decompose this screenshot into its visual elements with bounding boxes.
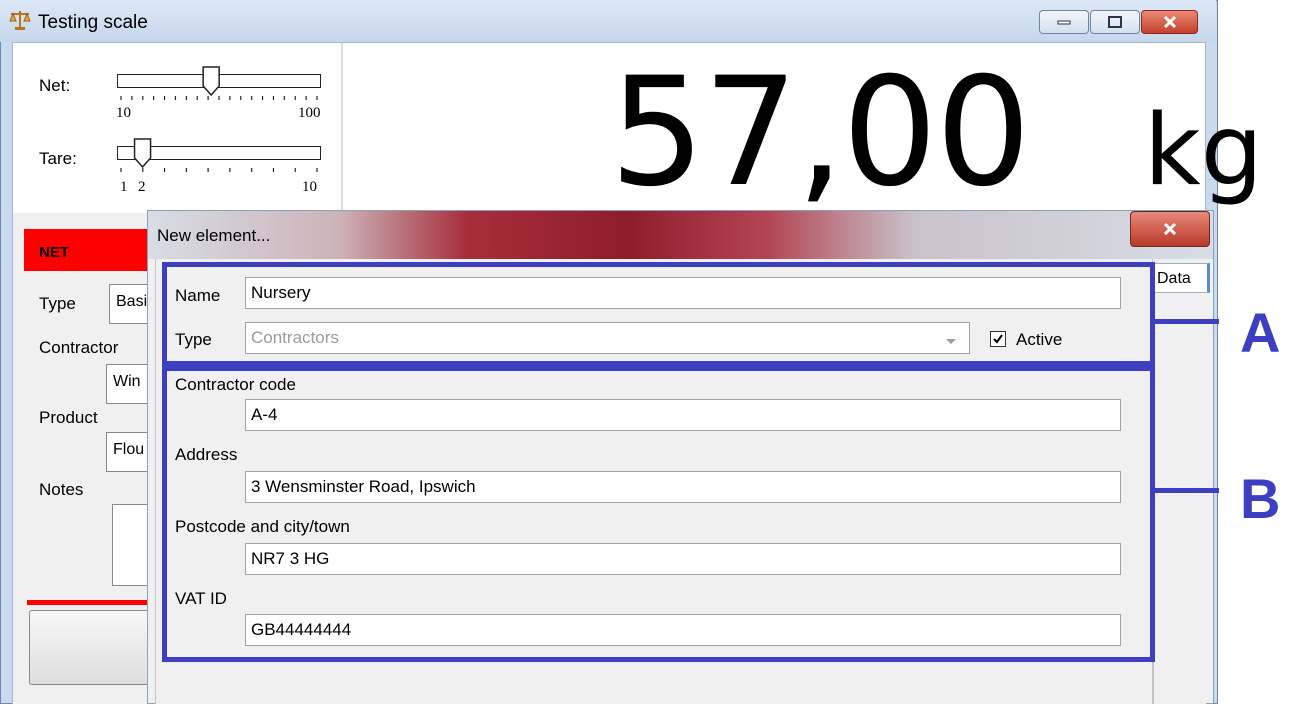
net-min-label: 10 xyxy=(116,105,131,121)
minimize-button[interactable] xyxy=(1039,10,1089,34)
net-slider[interactable] xyxy=(117,66,321,106)
close-button[interactable] xyxy=(1141,10,1198,34)
maximize-icon xyxy=(1108,16,1122,28)
action-button[interactable] xyxy=(29,610,157,685)
callout-box-a xyxy=(162,262,1155,366)
weight-value: 57,00 xyxy=(609,46,1031,220)
callout-line-b xyxy=(1155,488,1219,493)
weight-unit: kg xyxy=(1144,94,1263,208)
tab-strip xyxy=(1153,293,1206,704)
maximize-button[interactable] xyxy=(1090,10,1140,34)
tab-data[interactable]: Data xyxy=(1152,263,1210,293)
main-titlebar[interactable] xyxy=(0,0,1216,42)
tare-slider-ticks xyxy=(120,138,318,172)
callout-letter-a: A xyxy=(1240,301,1281,364)
close-icon xyxy=(1163,222,1177,236)
dialog-close-button[interactable] xyxy=(1130,211,1210,247)
callout-box-b xyxy=(162,366,1155,662)
tare-slider-label: Tare: xyxy=(39,149,77,168)
status-line xyxy=(27,600,155,605)
callout-line-a xyxy=(1155,319,1219,324)
net-max-label: 100 xyxy=(298,105,321,121)
side-notes-label: Notes xyxy=(39,480,84,499)
net-slider-thumb[interactable] xyxy=(202,66,220,97)
net-slider-label: Net: xyxy=(39,76,71,95)
tare-slider-thumb[interactable] xyxy=(133,138,152,169)
dialog-titlebar[interactable] xyxy=(148,211,1213,259)
minimize-icon xyxy=(1057,20,1071,25)
tare-min-label: 1 xyxy=(120,179,128,195)
side-product-label: Product xyxy=(39,408,98,427)
net-status-label: NET xyxy=(39,244,69,261)
tare-mid-label: 2 xyxy=(138,179,146,195)
tare-max-label: 10 xyxy=(302,179,317,195)
side-contractor-label: Contractor xyxy=(39,338,119,357)
dialog-title: New element... xyxy=(157,226,271,245)
scale-icon xyxy=(8,8,32,32)
callout-letter-b: B xyxy=(1240,467,1281,530)
side-type-label: Type xyxy=(39,294,76,313)
window-title: Testing scale xyxy=(38,12,148,33)
net-slider-ticks xyxy=(120,66,318,100)
close-icon xyxy=(1163,15,1176,29)
tare-slider[interactable] xyxy=(117,138,321,178)
